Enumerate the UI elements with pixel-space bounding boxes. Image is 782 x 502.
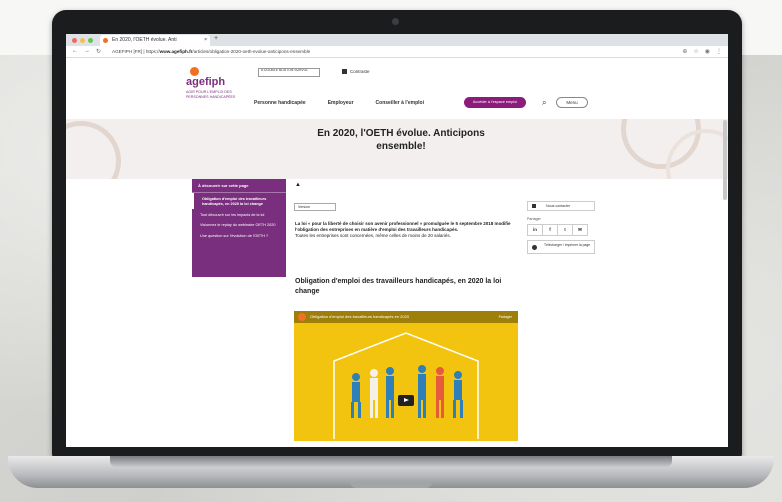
video-title-bar: Obligation d'emploi des travailleurs han… bbox=[294, 311, 518, 323]
browser-tabbar: En 2020, l'OETH évolue. Anti × + bbox=[66, 34, 728, 46]
url-prefix: AGEFIPH [FR] | https:// bbox=[112, 49, 160, 54]
logo-text: agefiph bbox=[186, 76, 226, 88]
star-icon[interactable]: ☆ bbox=[693, 48, 698, 55]
espace-emploi-button[interactable]: Accéder à l'espace emploi bbox=[464, 97, 526, 108]
hero-band: En 2020, l'OETH évolue. Anticipons ensem… bbox=[66, 119, 728, 179]
download-button[interactable]: Télécharger / imprimer la page bbox=[527, 240, 595, 254]
site-header: agefiph AGIR POUR L'EMPLOI DES PERSONNES… bbox=[66, 59, 728, 119]
browser-tab[interactable]: En 2020, l'OETH évolue. Anti × bbox=[100, 35, 210, 46]
nav-conseiller[interactable]: Conseiller à l'emploi bbox=[376, 100, 424, 106]
twitter-icon[interactable]: t bbox=[557, 224, 573, 236]
decor-arc bbox=[66, 121, 121, 179]
contact-icon bbox=[532, 204, 536, 208]
tab-title: En 2020, l'OETH évolue. Anti bbox=[112, 37, 177, 43]
contrast-toggle[interactable]: Contraste bbox=[342, 69, 370, 74]
more-icon[interactable]: ⋮ bbox=[716, 48, 722, 55]
close-window-button[interactable] bbox=[72, 38, 77, 43]
main-nav: Personne handicapée Employeur Conseiller… bbox=[254, 100, 424, 106]
toc-item[interactable]: Une question sur l'évolution de l'OETH ? bbox=[192, 230, 286, 241]
url-field[interactable]: AGEFIPH [FR] | https://www.agefiph.fr/ar… bbox=[112, 48, 652, 56]
download-icon bbox=[532, 245, 537, 250]
linkedin-icon[interactable]: in bbox=[527, 224, 543, 236]
back-icon[interactable]: ← bbox=[72, 48, 78, 55]
nav-employeur[interactable]: Employeur bbox=[328, 100, 354, 106]
accessibility-box[interactable]: A DOUBLE BOUTON SURVOL bbox=[258, 68, 320, 77]
video-player[interactable]: Obligation d'emploi des travailleurs han… bbox=[294, 311, 518, 441]
facebook-icon[interactable]: f bbox=[542, 224, 558, 236]
play-icon[interactable] bbox=[398, 395, 414, 406]
toc-item[interactable]: Obligation d'emploi des travailleurs han… bbox=[192, 193, 286, 209]
contact-button[interactable]: Nous contacter bbox=[527, 201, 595, 211]
maximize-window-button[interactable] bbox=[88, 38, 93, 43]
page-title: En 2020, l'OETH évolue. Anticipons ensem… bbox=[317, 128, 485, 152]
contrast-label: Contraste bbox=[350, 69, 370, 74]
search-icon[interactable]: ⌕ bbox=[542, 98, 546, 108]
toc-item[interactable]: Tout découvrir sur les impacts de la loi bbox=[192, 209, 286, 220]
favicon-icon bbox=[103, 38, 108, 43]
intro-paragraph: La loi « pour la liberté de choisir son … bbox=[295, 221, 517, 239]
laptop-lid: En 2020, l'OETH évolue. Anti × + ← → ↻ A… bbox=[52, 10, 742, 458]
browser-nav: ← → ↻ bbox=[72, 48, 101, 55]
contrast-icon bbox=[342, 69, 347, 74]
logo-tagline: AGIR POUR L'EMPLOI DES PERSONNES HANDICA… bbox=[186, 90, 236, 99]
laptop-notch bbox=[350, 482, 432, 488]
camera bbox=[392, 18, 399, 25]
tab-close-icon[interactable]: × bbox=[204, 35, 207, 46]
window-controls bbox=[72, 38, 93, 43]
email-icon[interactable]: ✉ bbox=[572, 224, 588, 236]
logo-mark-icon bbox=[190, 67, 199, 76]
back-to-top-icon[interactable]: ▲ bbox=[295, 182, 301, 188]
laptop-hinge bbox=[110, 456, 672, 467]
social-share: in f t ✉ bbox=[527, 224, 588, 236]
download-label: Télécharger / imprimer la page bbox=[544, 243, 591, 247]
version-select[interactable]: Version bbox=[294, 203, 336, 211]
zoom-icon[interactable]: ⊕ bbox=[682, 48, 687, 55]
url-path: /articles/obligation-2020-oeth-evolue-an… bbox=[192, 49, 311, 54]
nav-personne-handicapee[interactable]: Personne handicapée bbox=[254, 100, 306, 106]
channel-logo-icon bbox=[298, 313, 306, 321]
intro-rest: Toutes les entreprises sont concernées, … bbox=[295, 233, 451, 238]
agefiph-logo[interactable]: agefiph AGIR POUR L'EMPLOI DES PERSONNES… bbox=[186, 67, 246, 105]
address-bar: ← → ↻ AGEFIPH [FR] | https://www.agefiph… bbox=[66, 46, 728, 58]
share-label: Partager bbox=[527, 217, 541, 221]
laptop-screen: En 2020, l'OETH évolue. Anti × + ← → ↻ A… bbox=[66, 34, 728, 447]
video-illustration bbox=[333, 332, 479, 439]
section-heading: Obligation d'emploi des travailleurs han… bbox=[295, 278, 502, 295]
menu-button[interactable]: Menu bbox=[556, 97, 588, 108]
account-icon[interactable]: ◉ bbox=[705, 48, 710, 55]
video-title: Obligation d'emploi des travailleurs han… bbox=[310, 314, 410, 319]
browser-extensions: ⊕ ☆ ◉ ⋮ bbox=[682, 48, 722, 55]
page-scrollbar[interactable] bbox=[723, 120, 727, 200]
new-tab-button[interactable]: + bbox=[214, 35, 218, 42]
url-domain: www.agefiph.fr bbox=[159, 49, 193, 54]
intro-bold: La loi « pour la liberté de choisir son … bbox=[295, 221, 511, 232]
toc-item[interactable]: Visionnez le replay du webinaire OETH 20… bbox=[192, 219, 286, 230]
forward-icon[interactable]: → bbox=[84, 48, 90, 55]
video-share[interactable]: Partager bbox=[499, 311, 512, 323]
toc-heading: À découvrir sur cette page bbox=[192, 179, 286, 193]
page-toc: À découvrir sur cette page Obligation d'… bbox=[192, 179, 286, 277]
reload-icon[interactable]: ↻ bbox=[96, 48, 101, 55]
minimize-window-button[interactable] bbox=[80, 38, 85, 43]
contact-label: Nous contacter bbox=[546, 204, 571, 208]
